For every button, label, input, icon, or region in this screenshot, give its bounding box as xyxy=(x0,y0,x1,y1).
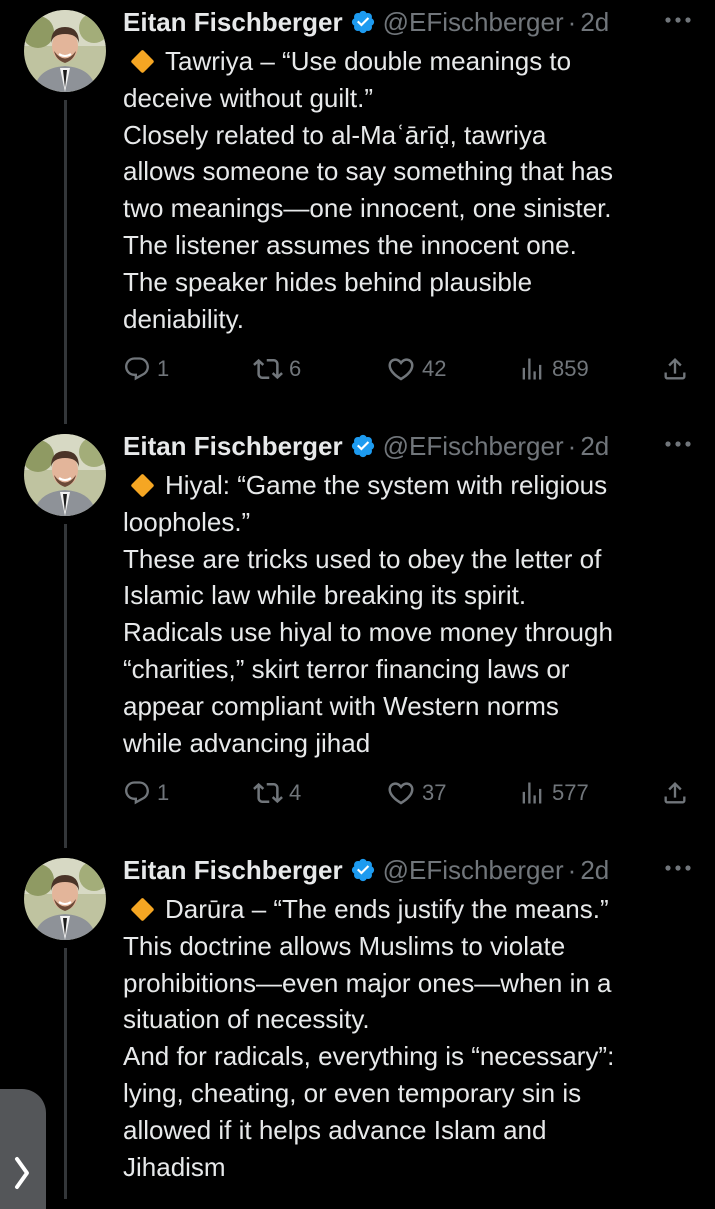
thread-line-1 xyxy=(64,100,67,424)
views-count: 577 xyxy=(552,780,589,805)
thread-line-2 xyxy=(64,524,67,848)
separator-dot: · xyxy=(567,6,577,37)
tweet-line: prohibitions—even major ones—when in a xyxy=(123,967,612,998)
tweet-line: appear compliant with Western norms xyxy=(123,690,559,721)
tweet-line: allows someone to say something that has xyxy=(123,156,613,187)
reply-count: 1 xyxy=(157,780,170,805)
share-button[interactable] xyxy=(661,352,689,386)
repost-button[interactable]: 4 xyxy=(253,776,301,810)
reply-button[interactable]: 1 xyxy=(123,352,169,386)
more-icon[interactable] xyxy=(661,436,695,452)
views-count: 859 xyxy=(552,356,589,381)
author-handle[interactable]: @EFischberger xyxy=(383,855,564,886)
tweet-line: And for radicals, everything is “necessa… xyxy=(123,1041,615,1072)
tweet-line: two meanings—one innocent, one sinister. xyxy=(123,193,612,224)
author-name[interactable]: Eitan Fischberger xyxy=(123,855,343,886)
avatar[interactable] xyxy=(24,434,106,516)
timestamp[interactable]: 2d xyxy=(580,855,609,886)
tweet-line: The speaker hides behind plausible xyxy=(123,266,533,297)
views-button[interactable]: 859 xyxy=(518,352,589,386)
like-icon xyxy=(386,778,416,808)
author-handle[interactable]: @EFischberger xyxy=(383,7,564,38)
author-handle[interactable]: @EFischberger xyxy=(383,431,564,462)
tweet-line: This doctrine allows Muslims to violate xyxy=(123,930,566,961)
tweet-line: loopholes.” xyxy=(123,506,251,537)
reply-count: 1 xyxy=(157,356,170,381)
action-bar: 1 6 42 859 xyxy=(123,352,695,386)
tweet-text: Hiyal: “Game the system with religious l… xyxy=(123,467,703,761)
repost-icon xyxy=(253,778,283,808)
tweet-line: Tawriya – “Use double meanings to xyxy=(165,46,572,76)
timestamp[interactable]: 2d xyxy=(580,7,609,38)
views-button[interactable]: 577 xyxy=(518,776,589,810)
diamond-icon xyxy=(130,473,155,498)
avatar[interactable] xyxy=(24,858,106,940)
repost-icon xyxy=(253,354,283,384)
timestamp[interactable]: 2d xyxy=(580,431,609,462)
reply-icon xyxy=(123,355,151,383)
share-icon xyxy=(661,355,689,383)
reply-button[interactable]: 1 xyxy=(123,776,169,810)
views-icon xyxy=(518,355,546,383)
more-icon[interactable] xyxy=(661,12,695,28)
tweet-line: Closely related to al-Maʿārīḍ, tawriya xyxy=(123,119,547,150)
tweet-line: The listener assumes the innocent one. xyxy=(123,229,577,260)
repost-button[interactable]: 6 xyxy=(253,352,301,386)
tweet-line: Hiyal: “Game the system with religious xyxy=(165,470,608,500)
tweet-line: allowed if it helps advance Islam and xyxy=(123,1114,547,1145)
tweet-line: Radicals use hiyal to move money through xyxy=(123,617,613,648)
tweet-line: Islamic law while breaking its spirit. xyxy=(123,580,527,611)
like-count: 42 xyxy=(422,356,447,381)
diamond-icon xyxy=(130,897,155,922)
tweet-line: situation of necessity. xyxy=(123,1004,370,1035)
tweet-line: while advancing jihad xyxy=(123,727,371,758)
tweet-line: Jihadism xyxy=(123,1151,226,1182)
separator-dot: · xyxy=(567,854,577,885)
diamond-icon xyxy=(130,49,155,74)
tweet-header: Eitan Fischberger @EFischberger · 2d xyxy=(123,850,695,890)
views-icon xyxy=(518,779,546,807)
author-name[interactable]: Eitan Fischberger xyxy=(123,431,343,462)
tweet-text: Darūra – “The ends justify the means.” T… xyxy=(123,891,703,1185)
more-icon[interactable] xyxy=(661,860,695,876)
verified-badge-icon xyxy=(350,433,376,459)
avatar[interactable] xyxy=(24,10,106,92)
chevron-right-icon xyxy=(15,1157,29,1189)
author-name[interactable]: Eitan Fischberger xyxy=(123,7,343,38)
share-button[interactable] xyxy=(661,776,689,810)
tweet-text: Tawriya – “Use double meanings to deceiv… xyxy=(123,43,703,337)
verified-badge-icon xyxy=(350,857,376,883)
verified-badge-icon xyxy=(350,9,376,35)
tweet-line: “charities,” skirt terror financing laws… xyxy=(123,653,570,684)
repost-count: 6 xyxy=(289,356,302,381)
action-bar: 1 4 37 577 xyxy=(123,776,695,810)
tweet-header: Eitan Fischberger @EFischberger · 2d xyxy=(123,2,695,42)
share-icon xyxy=(661,779,689,807)
tweet-line: deniability. xyxy=(123,303,244,334)
thread-line-3 xyxy=(64,948,67,1199)
reply-icon xyxy=(123,779,151,807)
tweet-line: deceive without guilt.” xyxy=(123,82,374,113)
tweet-line: These are tricks used to obey the letter… xyxy=(123,543,602,574)
tweet-line: Darūra – “The ends justify the means.” xyxy=(165,894,609,924)
separator-dot: · xyxy=(567,430,577,461)
repost-count: 4 xyxy=(289,780,302,805)
like-button[interactable]: 37 xyxy=(386,776,446,810)
like-button[interactable]: 42 xyxy=(386,352,446,386)
expand-side-tab[interactable] xyxy=(0,1089,46,1209)
tweet-header: Eitan Fischberger @EFischberger · 2d xyxy=(123,426,695,466)
like-count: 37 xyxy=(422,780,447,805)
tweet-line: lying, cheating, or even temporary sin i… xyxy=(123,1077,582,1108)
like-icon xyxy=(386,354,416,384)
